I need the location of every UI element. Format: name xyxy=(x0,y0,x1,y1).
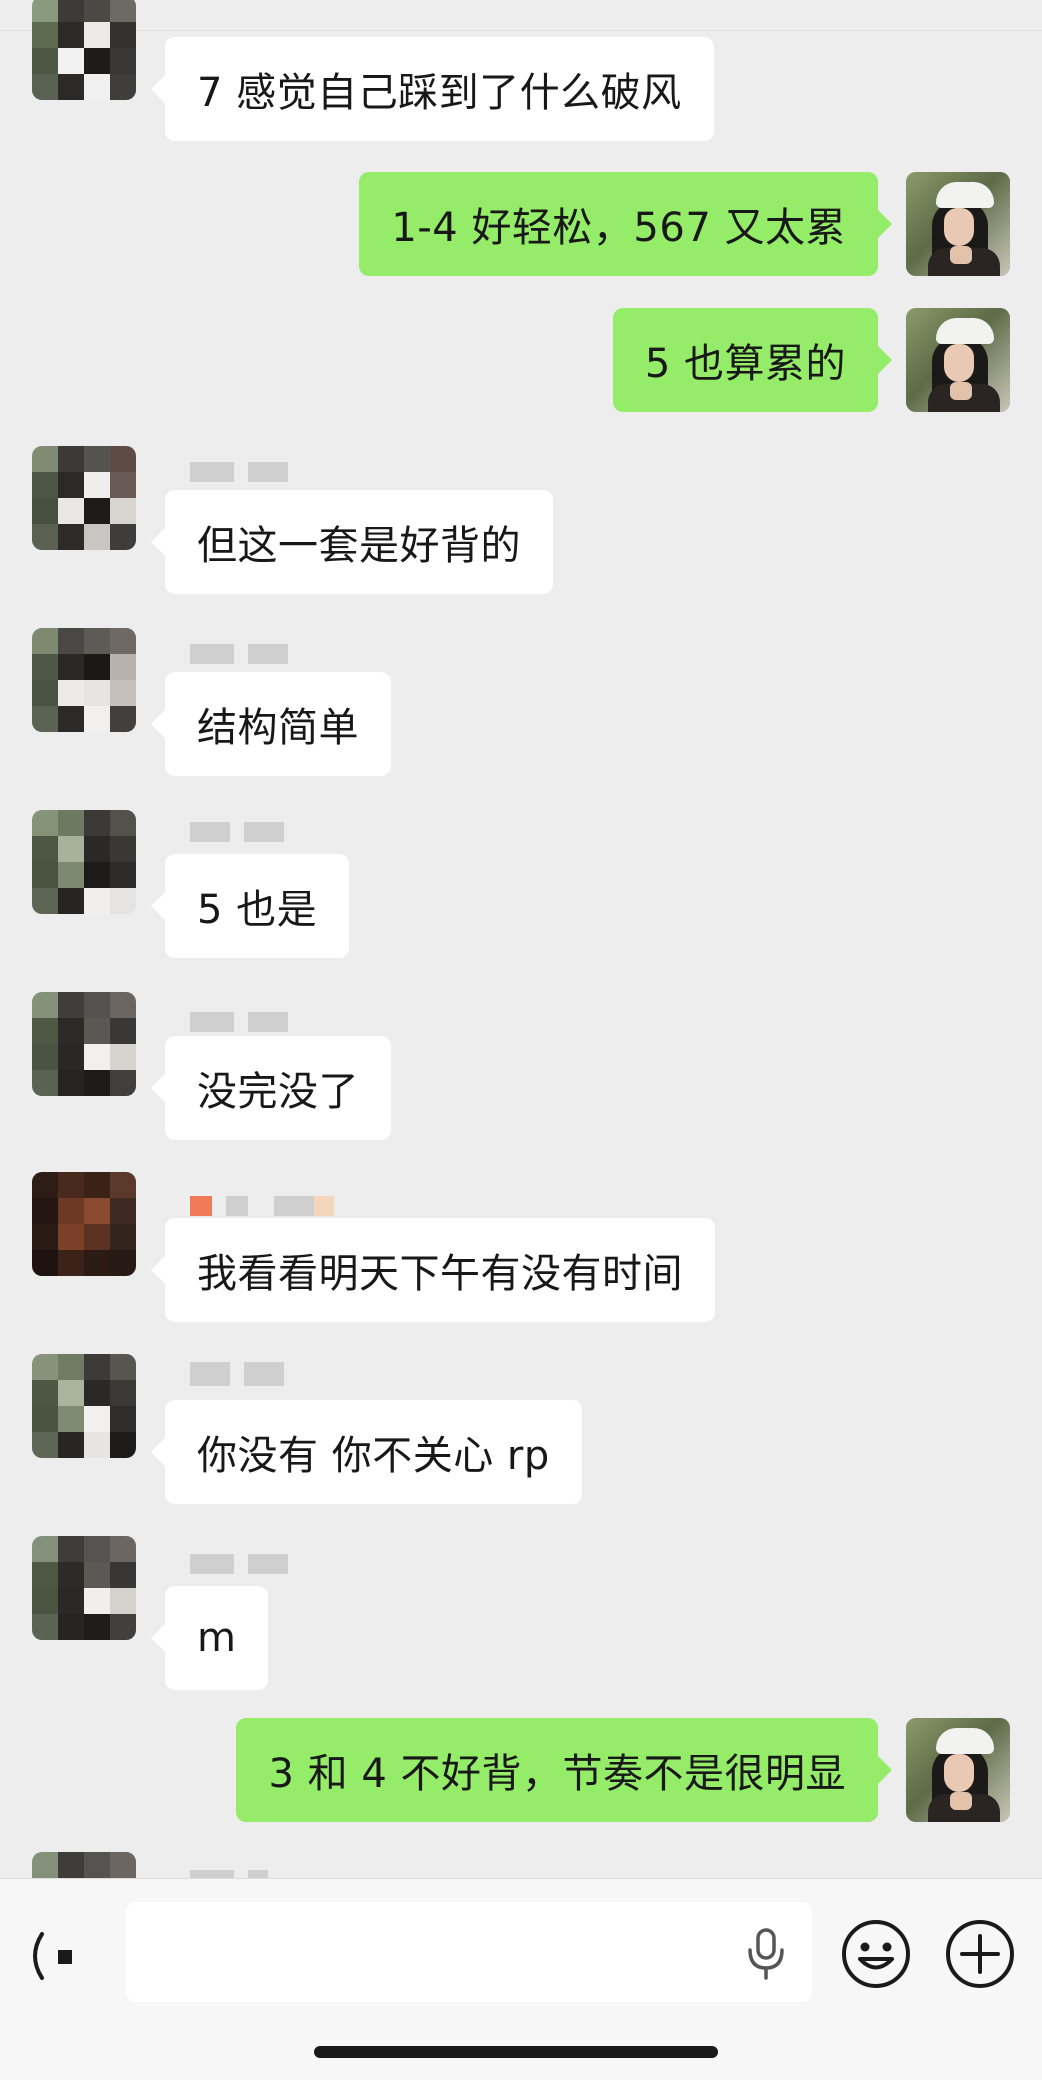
chat-message-list[interactable]: 7 感觉自己踩到了什么破风 1-4 好轻松，567 又太累 5 也算累的 但这一… xyxy=(0,0,1042,1878)
microphone-icon[interactable] xyxy=(744,1926,788,1982)
message-text: 1-4 好轻松，567 又太累 xyxy=(391,205,846,251)
avatar[interactable] xyxy=(32,1354,136,1458)
message-text: 5 也算累的 xyxy=(644,341,846,387)
avatar[interactable] xyxy=(32,1536,136,1640)
message-text: 你没有 你不关心 rp xyxy=(197,1433,550,1479)
message-text: 7 感觉自己踩到了什么破风 xyxy=(197,70,682,116)
sender-name-redacted xyxy=(190,644,288,664)
message-bubble[interactable]: 你没有 你不关心 rp xyxy=(151,1400,582,1504)
message-bubble[interactable]: 5 也算累的 xyxy=(612,308,893,412)
avatar[interactable] xyxy=(32,1172,136,1276)
avatar[interactable] xyxy=(32,628,136,732)
avatar[interactable] xyxy=(32,446,136,550)
message-text: 没完没了 xyxy=(197,1069,359,1115)
message-bubble[interactable]: 5 也是 xyxy=(150,854,350,958)
message-bubble[interactable]: 1-4 好轻松，567 又太累 xyxy=(359,172,892,276)
message-input[interactable] xyxy=(126,1902,812,2002)
sender-name-redacted xyxy=(190,1012,288,1032)
voice-icon[interactable] xyxy=(22,1924,86,1988)
my-avatar[interactable] xyxy=(906,172,1010,276)
sender-name-redacted xyxy=(190,1196,334,1216)
message-bubble[interactable]: 我看看明天下午有没有时间 xyxy=(151,1218,715,1322)
emoji-icon[interactable] xyxy=(840,1918,912,1990)
avatar[interactable] xyxy=(32,810,136,914)
sender-name-redacted xyxy=(190,1554,288,1574)
avatar[interactable] xyxy=(32,0,136,100)
message-text: 我看看明天下午有没有时间 xyxy=(197,1251,683,1297)
message-bubble[interactable]: m xyxy=(150,1586,269,1690)
message-bubble[interactable]: 7 感觉自己踩到了什么破风 xyxy=(151,37,714,141)
my-avatar[interactable] xyxy=(906,1718,1010,1822)
message-text: m xyxy=(197,1615,237,1661)
avatar[interactable] xyxy=(32,992,136,1096)
message-bubble[interactable]: 没完没了 xyxy=(151,1036,391,1140)
home-indicator[interactable] xyxy=(314,2046,718,2058)
plus-icon[interactable] xyxy=(944,1918,1016,1990)
message-bubble[interactable]: 但这一套是好背的 xyxy=(151,490,553,594)
message-text: 3 和 4 不好背，节奏不是很明显 xyxy=(268,1751,846,1797)
sender-name-redacted xyxy=(190,1362,284,1386)
avatar[interactable] xyxy=(32,1852,136,1878)
sender-name-redacted xyxy=(190,822,284,842)
message-bubble[interactable]: 结构简单 xyxy=(151,672,391,776)
message-text: 结构简单 xyxy=(197,705,359,751)
my-avatar[interactable] xyxy=(906,308,1010,412)
sender-name-redacted xyxy=(190,462,288,482)
message-bubble[interactable]: 3 和 4 不好背，节奏不是很明显 xyxy=(236,1718,892,1822)
message-text: 但这一套是好背的 xyxy=(197,523,521,569)
sender-name-redacted xyxy=(190,1870,268,1878)
message-text: 5 也是 xyxy=(197,887,318,933)
